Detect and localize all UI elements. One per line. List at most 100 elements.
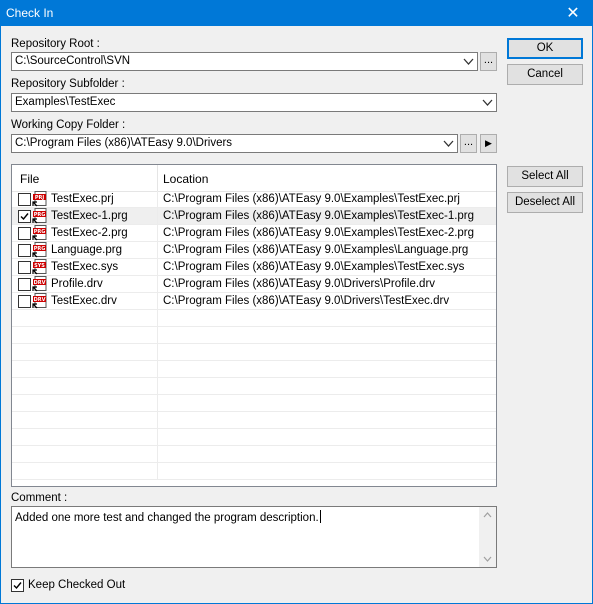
column-divider — [157, 242, 158, 259]
column-divider — [157, 259, 158, 276]
close-icon[interactable]: ✕ — [558, 1, 588, 26]
file-location: C:\Program Files (x86)\ATEasy 9.0\Driver… — [163, 295, 450, 307]
repo-root-value: C:\SourceControl\SVN — [15, 55, 131, 67]
empty-row — [12, 378, 496, 395]
file-name: TestExec.drv — [51, 295, 117, 307]
repo-subfolder-combo[interactable]: Examples\TestExec — [11, 93, 497, 112]
file-name: Language.prg — [51, 244, 122, 256]
keep-checked-out-checkbox[interactable] — [11, 579, 24, 592]
working-copy-combo[interactable]: C:\Program Files (x86)\ATEasy 9.0\Driver… — [11, 134, 458, 153]
title-bar: Check In ✕ — [1, 1, 592, 26]
column-divider[interactable] — [157, 165, 158, 191]
table-row[interactable]: DRV Profile.drv C:\Program Files (x86)\ATE… — [12, 276, 496, 293]
column-divider — [157, 293, 158, 310]
comment-text: Added one more test and changed the prog… — [15, 510, 321, 524]
ok-button[interactable]: OK — [507, 38, 583, 59]
column-header-file[interactable]: File — [20, 172, 39, 186]
file-checkbox[interactable] — [18, 193, 31, 206]
column-divider — [157, 191, 158, 208]
column-divider — [157, 310, 158, 327]
file-checkbox[interactable] — [18, 261, 31, 274]
table-row[interactable]: SYS TestExec.sys C:\Program Files (x86)\AT… — [12, 259, 496, 276]
sys-file-icon: SYS — [32, 259, 47, 275]
prg-file-icon: PRG — [32, 242, 47, 258]
table-row[interactable]: DRV TestExec.drv C:\Program Files (x86)\AT… — [12, 293, 496, 310]
column-divider — [157, 412, 158, 429]
file-name: TestExec-1.prg — [51, 210, 128, 222]
table-row[interactable]: PRG Language.prg C:\Program Files (x86)\AT… — [12, 242, 496, 259]
file-location: C:\Program Files (x86)\ATEasy 9.0\Driver… — [163, 278, 436, 290]
deselect-all-button[interactable]: Deselect All — [507, 192, 583, 213]
drv-file-icon: DRV — [32, 276, 47, 292]
file-checkbox[interactable] — [18, 227, 31, 240]
svg-text:PRG: PRG — [34, 246, 46, 252]
checkmark-icon — [20, 213, 29, 221]
svg-text:SYS: SYS — [34, 263, 45, 269]
scroll-up-icon[interactable] — [483, 512, 492, 518]
chevron-down-icon[interactable] — [443, 139, 454, 148]
repo-root-browse-button[interactable]: ... — [480, 52, 497, 71]
scroll-down-icon[interactable] — [483, 556, 492, 562]
chevron-down-icon[interactable] — [482, 98, 493, 107]
file-checkbox[interactable] — [18, 244, 31, 257]
prg-file-icon: PRG — [32, 225, 47, 241]
column-divider — [157, 225, 158, 242]
empty-row — [12, 344, 496, 361]
column-divider — [157, 395, 158, 412]
file-location: C:\Program Files (x86)\ATEasy 9.0\Exampl… — [163, 261, 465, 273]
chevron-down-icon[interactable] — [463, 57, 474, 66]
working-copy-browse-button[interactable]: ... — [460, 134, 477, 153]
file-list[interactable]: File Location PRJ TestExec.prj C:\Program … — [11, 164, 497, 487]
file-list-header: File Location — [12, 165, 496, 192]
column-divider — [157, 378, 158, 395]
checkmark-icon — [13, 582, 22, 590]
prg-file-icon: PRG — [32, 208, 47, 224]
empty-row — [12, 446, 496, 463]
file-name: TestExec.sys — [51, 261, 119, 273]
working-copy-value: C:\Program Files (x86)\ATEasy 9.0\Driver… — [15, 137, 233, 149]
comment-textarea[interactable]: Added one more test and changed the prog… — [11, 506, 497, 568]
file-name: Profile.drv — [51, 278, 103, 290]
comment-label: Comment : — [11, 492, 68, 504]
check-in-dialog: Check In ✕ Repository Root : C:\SourceCo… — [0, 0, 593, 604]
column-divider — [157, 344, 158, 361]
keep-checked-out-label[interactable]: Keep Checked Out — [28, 579, 125, 591]
column-header-location[interactable]: Location — [163, 172, 208, 186]
svg-text:DRV: DRV — [34, 297, 46, 303]
file-name: TestExec-2.prg — [51, 227, 128, 239]
empty-row — [12, 429, 496, 446]
file-checkbox[interactable] — [18, 295, 31, 308]
column-divider — [157, 429, 158, 446]
prj-file-icon: PRJ — [32, 191, 47, 207]
comment-value: Added one more test and changed the prog… — [15, 512, 319, 524]
table-row[interactable]: PRG TestExec-2.prg C:\Program Files (x86)\… — [12, 225, 496, 242]
file-location: C:\Program Files (x86)\ATEasy 9.0\Exampl… — [163, 227, 475, 239]
empty-row — [12, 412, 496, 429]
table-row[interactable]: PRG TestExec-1.prg C:\Program Files (x86)\… — [12, 208, 496, 225]
file-location: C:\Program Files (x86)\ATEasy 9.0\Exampl… — [163, 210, 475, 222]
repo-root-label: Repository Root : — [11, 38, 100, 50]
column-divider — [157, 361, 158, 378]
empty-row — [12, 395, 496, 412]
svg-text:PRJ: PRJ — [35, 195, 45, 201]
working-copy-label: Working Copy Folder : — [11, 119, 126, 131]
window-title: Check In — [6, 6, 54, 20]
empty-row — [12, 361, 496, 378]
file-checkbox[interactable] — [18, 210, 31, 223]
table-row[interactable]: PRJ TestExec.prj C:\Program Files (x86)\AT… — [12, 191, 496, 208]
column-divider — [157, 327, 158, 344]
svg-text:DRV: DRV — [34, 280, 46, 286]
repo-subfolder-label: Repository Subfolder : — [11, 78, 125, 90]
file-checkbox[interactable] — [18, 278, 31, 291]
repo-root-combo[interactable]: C:\SourceControl\SVN — [11, 52, 478, 71]
column-divider — [157, 208, 158, 225]
svg-text:PRG: PRG — [34, 229, 46, 235]
select-all-button[interactable]: Select All — [507, 166, 583, 187]
comment-scrollbar[interactable] — [479, 507, 496, 567]
file-name: TestExec.prj — [51, 193, 114, 205]
working-copy-arrow-button[interactable]: ▶ — [480, 134, 497, 153]
text-caret — [319, 510, 321, 523]
svg-text:PRG: PRG — [34, 212, 46, 218]
repo-subfolder-value: Examples\TestExec — [15, 96, 116, 108]
cancel-button[interactable]: Cancel — [507, 64, 583, 85]
